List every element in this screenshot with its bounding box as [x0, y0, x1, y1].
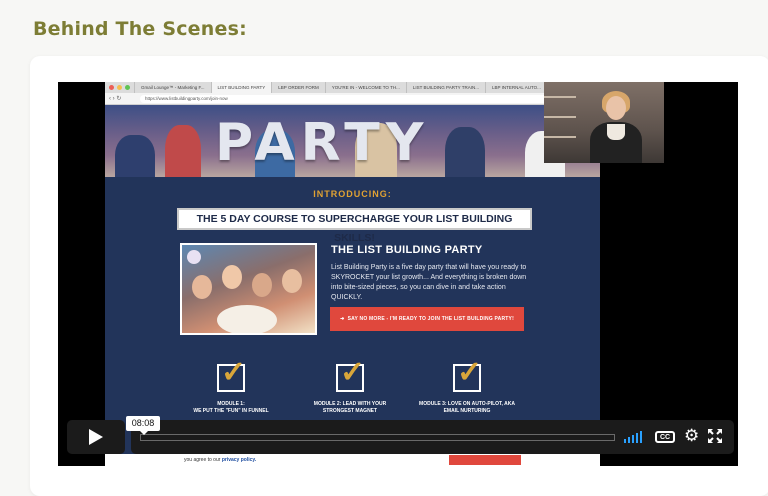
module-card: ✓ MODULE 2: LEAD WITH YOUR STRONGEST MAGN… [295, 358, 405, 426]
footer-strip: you agree to our privacy policy. [105, 454, 600, 466]
module-title: MODULE 2: LEAD WITH YOUR [313, 401, 387, 407]
window-controls [105, 85, 134, 90]
footer-prefix: you agree to our [184, 457, 221, 463]
browser-tab: YOU'RE IN - WELCOME TO TH... [324, 82, 406, 93]
join-party-label: SAY NO MORE - I'M READY TO JOIN THE LIST… [347, 316, 514, 322]
browser-tab: Gmail Lounge™ - Marketing F... [134, 82, 211, 93]
play-button[interactable] [67, 420, 125, 454]
play-icon [89, 429, 103, 445]
browser-tab-bar: Gmail Lounge™ - Marketing F... LIST BUIL… [105, 82, 600, 93]
url-field: https://www.listbuildingparty.com/join-n… [140, 95, 580, 103]
join-party-button[interactable]: ➜ SAY NO MORE - I'M READY TO JOIN THE LI… [330, 307, 524, 331]
privacy-policy-link[interactable]: privacy policy. [222, 457, 256, 463]
settings-gear-icon[interactable]: ⚙ [684, 426, 699, 446]
module-card: ✓ MODULE 3: LOVE ON AUTO-PILOT, AKA EMAIL… [412, 358, 522, 426]
module-title: MODULE 3: LOVE ON AUTO-PILOT, AKA [419, 401, 515, 407]
browser-tab: LIST BUILDING PARTY TRAIN... [405, 82, 485, 93]
progress-bar[interactable] [140, 434, 615, 441]
lbp-title: THE LIST BUILDING PARTY [331, 244, 483, 256]
course-banner: THE 5 DAY COURSE TO SUPERCHARGE YOUR LIS… [177, 208, 532, 244]
party-photo [180, 243, 317, 335]
fullscreen-icon[interactable] [708, 429, 722, 443]
video-player[interactable]: Gmail Lounge™ - Marketing F... LIST BUIL… [58, 82, 738, 466]
module-card: ✓ MODULE 1:WE PUT THE "FUN" IN FUNNEL SW… [176, 358, 286, 426]
browser-tab: LBP ORDER FORM [271, 82, 324, 93]
module-subtitle: EMAIL NURTURING [443, 408, 491, 414]
module-subtitle: WE PUT THE "FUN" IN FUNNEL [193, 408, 269, 414]
captions-button[interactable]: CC [655, 431, 675, 443]
webcam-overlay [544, 82, 664, 163]
module-title: MODULE 1: [217, 401, 245, 407]
section-heading: Behind The Scenes: [33, 18, 247, 40]
hero-image: PARTY [105, 105, 600, 177]
address-bar: ‹ › ↻ https://www.listbuildingparty.com/… [105, 93, 600, 105]
nav-arrows-icon: ‹ › ↻ [109, 96, 122, 102]
checkbox-icon: ✓ [453, 358, 482, 392]
screen-share: Gmail Lounge™ - Marketing F... LIST BUIL… [105, 82, 600, 466]
module-subtitle: STRONGEST MAGNET [322, 408, 378, 414]
checkbox-icon: ✓ [217, 358, 246, 392]
browser-tab: LIST BUILDING PARTY [210, 82, 272, 93]
lbp-description: List Building Party is a five day party … [331, 264, 527, 301]
volume-icon[interactable] [624, 431, 642, 443]
time-tooltip: 08:08 [126, 416, 160, 435]
browser-tab: LBP INTERNAL AUTO... [484, 82, 547, 93]
footer-red-button[interactable] [449, 455, 521, 465]
party-balloon-text: PARTY [215, 113, 430, 173]
checkbox-icon: ✓ [336, 358, 365, 392]
introducing-label: INTRODUCING: [313, 189, 392, 199]
